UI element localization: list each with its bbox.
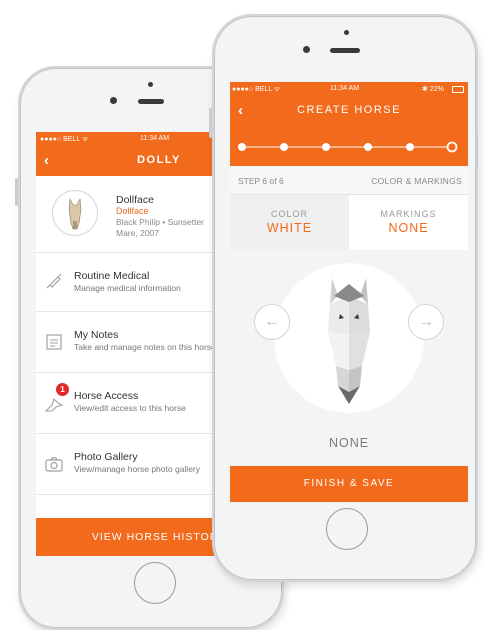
menu-item-title: Routine Medical	[74, 270, 150, 282]
battery-icon	[452, 86, 464, 93]
earpiece-speaker	[138, 99, 164, 104]
status-bar: ●●●●○ BELL ᯤ 11:34 AM ✱ 22%	[230, 82, 468, 96]
home-button[interactable]	[326, 508, 368, 550]
right-screen: ●●●●○ BELL ᯤ 11:34 AM ✱ 22% ‹ CREATE HOR…	[230, 82, 468, 502]
menu-item-title: My Notes	[74, 329, 119, 341]
horse-head-icon	[68, 197, 82, 230]
menu-item-title: Photo Gallery	[74, 451, 138, 463]
sensor	[148, 82, 153, 87]
right-phone: ●●●●○ BELL ᯤ 11:34 AM ✱ 22% ‹ CREATE HOR…	[209, 14, 478, 582]
section-label: COLOR & MARKINGS	[371, 176, 462, 186]
syringe-icon	[46, 273, 62, 289]
step-dot	[238, 143, 246, 151]
front-camera	[303, 46, 310, 53]
horse-sex-year: Mare, 2007	[116, 228, 159, 238]
step-dot	[280, 143, 288, 151]
step-progress	[238, 141, 458, 153]
notes-icon	[46, 334, 62, 350]
sensor	[344, 30, 349, 35]
menu-item-title: Horse Access	[74, 390, 139, 402]
horse-access-icon	[44, 397, 64, 412]
carrier-label: ●●●●○ BELL ᯤ	[232, 86, 281, 93]
prev-arrow-button[interactable]: ←	[254, 304, 290, 340]
status-time: 11:34 AM	[330, 85, 360, 92]
tab-label: MARKINGS	[380, 209, 437, 219]
avatar	[52, 190, 98, 236]
camera-icon	[45, 457, 63, 472]
tab-label: COLOR	[270, 209, 308, 219]
menu-item-subtitle: View/manage horse photo gallery	[74, 464, 201, 474]
carrier-label: ●●●●○ BELL ᯤ	[40, 136, 89, 143]
nav-bar: ‹ CREATE HORSE	[230, 96, 468, 126]
progress-bar	[230, 126, 468, 166]
step-header: STEP 6 of 6 COLOR & MARKINGS	[230, 166, 468, 195]
menu-item-subtitle: View/edit access to this horse	[74, 403, 186, 413]
home-button[interactable]	[134, 562, 176, 604]
volume-button	[15, 178, 18, 206]
next-arrow-button[interactable]: →	[408, 304, 444, 340]
step-dot-current	[446, 141, 458, 153]
tab-value: NONE	[388, 221, 429, 235]
horse-subname: Dollface	[116, 206, 149, 216]
tab-value: WHITE	[266, 221, 313, 235]
step-dot	[322, 143, 330, 151]
selection-name: NONE	[328, 436, 370, 450]
front-camera	[110, 97, 117, 104]
earpiece-speaker	[330, 48, 360, 53]
step-dot	[364, 143, 372, 151]
battery-label: ✱ 22%	[422, 86, 444, 93]
markings-selector: ← → NONE	[230, 250, 468, 466]
volume-button	[209, 108, 212, 138]
horse-pedigree: Black Philip • Sunsetter	[116, 217, 205, 227]
tab-markings[interactable]: MARKINGS NONE	[349, 195, 468, 250]
menu-item-subtitle: Take and manage notes on this horse	[74, 342, 216, 352]
status-time: 11:34 AM	[140, 135, 170, 142]
finish-and-save-button[interactable]: FINISH & SAVE	[230, 466, 468, 502]
horse-head-illustration	[328, 278, 370, 404]
horse-name: Dollface	[116, 194, 154, 206]
step-label: STEP 6 of 6	[238, 176, 284, 186]
menu-item-subtitle: Manage medical information	[74, 283, 181, 293]
page-title: CREATE HORSE	[297, 104, 401, 116]
notification-badge: 1	[56, 383, 69, 396]
step-dot	[406, 143, 414, 151]
power-button	[475, 134, 478, 168]
tab-color[interactable]: COLOR WHITE	[230, 195, 349, 250]
